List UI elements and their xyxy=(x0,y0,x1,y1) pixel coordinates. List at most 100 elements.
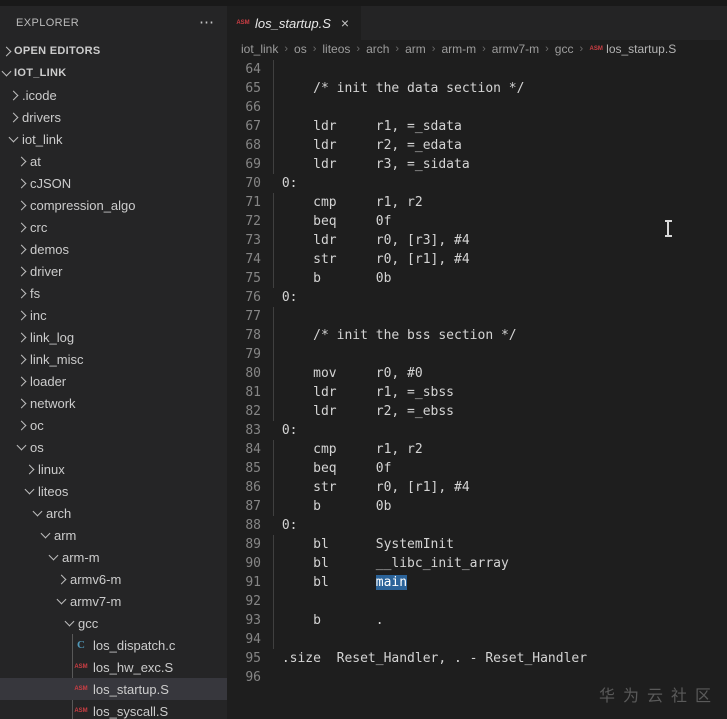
line-number: 87 xyxy=(245,499,261,514)
code-line-81[interactable]: 81 ldr r1, =_sbss xyxy=(227,383,727,402)
tree-item-los-hw-exc-s[interactable]: ASM los_hw_exc.S xyxy=(0,656,227,678)
tree-item-armv6-m[interactable]: armv6-m xyxy=(0,568,227,590)
tab-los-startup[interactable]: ASM los_startup.S × xyxy=(227,6,361,40)
code-line-71[interactable]: 71 cmp r1, r2 xyxy=(227,193,727,212)
tree-item-link-log[interactable]: link_log xyxy=(0,326,227,348)
tree-item-armv7-m[interactable]: armv7-m xyxy=(0,590,227,612)
tree-item-crc[interactable]: crc xyxy=(0,216,227,238)
code-line-80[interactable]: 80 mov r0, #0 xyxy=(227,364,727,383)
code-line-69[interactable]: 69 ldr r3, =_sidata xyxy=(227,155,727,174)
code-line-86[interactable]: 86 str r0, [r1], #4 xyxy=(227,478,727,497)
chevron-down-icon xyxy=(24,484,35,495)
more-actions-icon[interactable]: ⋯ xyxy=(199,15,215,30)
tree-item-fs[interactable]: fs xyxy=(0,282,227,304)
code-line-89[interactable]: 89 bl SystemInit xyxy=(227,535,727,554)
tree-item-inc[interactable]: inc xyxy=(0,304,227,326)
code-line-87[interactable]: 87 b 0b xyxy=(227,497,727,516)
code-line-93[interactable]: 93 b . xyxy=(227,611,727,630)
code-line-85[interactable]: 85 beq 0f xyxy=(227,459,727,478)
tree-item-label: oc xyxy=(30,417,44,433)
code-line-82[interactable]: 82 ldr r2, =_ebss xyxy=(227,402,727,421)
close-icon[interactable]: × xyxy=(339,16,351,30)
line-text: bl __libc_init_array xyxy=(274,556,509,571)
tree-item-los-startup-s[interactable]: ASM los_startup.S xyxy=(0,678,227,700)
section-iot-link[interactable]: IOT_LINK xyxy=(0,62,227,84)
code-line-79[interactable]: 79 xyxy=(227,345,727,364)
tree-item-label: demos xyxy=(30,241,70,257)
code-line-88[interactable]: 88 0: xyxy=(227,516,727,535)
code-line-77[interactable]: 77 xyxy=(227,307,727,326)
tree-item-label: linux xyxy=(38,461,65,477)
tree-item-los-dispatch-c[interactable]: Clos_dispatch.c xyxy=(0,634,227,656)
tree-item-os[interactable]: os xyxy=(0,436,227,458)
tree-item-oc[interactable]: oc xyxy=(0,414,227,436)
code-line-70[interactable]: 70 0: xyxy=(227,174,727,193)
tree-item-cjson[interactable]: cJSON xyxy=(0,172,227,194)
code-line-90[interactable]: 90 bl __libc_init_array xyxy=(227,554,727,573)
tree-item--icode[interactable]: .icode xyxy=(0,84,227,106)
c-file-icon: C xyxy=(77,639,85,651)
code-line-65[interactable]: 65 /* init the data section */ xyxy=(227,79,727,98)
tree-item-compression-algo[interactable]: compression_algo xyxy=(0,194,227,216)
line-number: 79 xyxy=(245,347,261,362)
code-line-75[interactable]: 75 b 0b xyxy=(227,269,727,288)
tree-item-demos[interactable]: demos xyxy=(0,238,227,260)
editor-tab-bar: ASM los_startup.S × xyxy=(227,6,727,40)
tree-item-label: gcc xyxy=(78,615,99,631)
line-text: str r0, [r1], #4 xyxy=(274,252,470,267)
tree-item-linux[interactable]: linux xyxy=(0,458,227,480)
section-open-editors[interactable]: OPEN EDITORS xyxy=(0,40,227,62)
tree-item-network[interactable]: network xyxy=(0,392,227,414)
asm-file-icon: ASM xyxy=(74,686,88,692)
code-line-72[interactable]: 72 beq 0f xyxy=(227,212,727,231)
code-line-66[interactable]: 66 xyxy=(227,98,727,117)
tree-item-liteos[interactable]: liteos xyxy=(0,480,227,502)
tree-item-link-misc[interactable]: link_misc xyxy=(0,348,227,370)
tree-item-driver[interactable]: driver xyxy=(0,260,227,282)
chevron-down-icon xyxy=(64,616,75,627)
code-line-91[interactable]: 91 bl main xyxy=(227,573,727,592)
breadcrumb-item-file[interactable]: ASM los_startup.S xyxy=(589,42,676,56)
line-number: 66 xyxy=(245,100,261,115)
breadcrumb-item-arm-m[interactable]: arm-m xyxy=(441,42,476,56)
vscode-window: EXPLORER ⋯ OPEN EDITORS IOT_LINK .icode d… xyxy=(0,0,727,719)
line-number: 86 xyxy=(245,480,261,495)
breadcrumb-separator-icon: › xyxy=(579,43,584,55)
tree-item-arm[interactable]: arm xyxy=(0,524,227,546)
line-number: 80 xyxy=(245,366,261,381)
tree-item-drivers[interactable]: drivers xyxy=(0,106,227,128)
code-line-92[interactable]: 92 xyxy=(227,592,727,611)
tree-item-loader[interactable]: loader xyxy=(0,370,227,392)
breadcrumb-item-armv7-m[interactable]: armv7-m xyxy=(492,42,539,56)
asm-file-icon: ASM xyxy=(74,664,88,670)
code-line-78[interactable]: 78 /* init the bss section */ xyxy=(227,326,727,345)
code-line-83[interactable]: 83 0: xyxy=(227,421,727,440)
tree-item-iot-link[interactable]: iot_link xyxy=(0,128,227,150)
tree-item-label: loader xyxy=(30,373,67,389)
breadcrumb-item-iot-link[interactable]: iot_link xyxy=(241,42,278,56)
code-line-73[interactable]: 73 ldr r0, [r3], #4 xyxy=(227,231,727,250)
breadcrumb-item-os[interactable]: os xyxy=(294,42,307,56)
code-line-64[interactable]: 64 xyxy=(227,60,727,79)
code-line-84[interactable]: 84 cmp r1, r2 xyxy=(227,440,727,459)
line-text: 0: xyxy=(274,290,298,305)
tree-item-gcc[interactable]: gcc xyxy=(0,612,227,634)
code-line-94[interactable]: 94 xyxy=(227,630,727,649)
code-line-67[interactable]: 67 ldr r1, =_sdata xyxy=(227,117,727,136)
tree-item-los-syscall-s[interactable]: ASM los_syscall.S xyxy=(0,700,227,719)
line-text: cmp r1, r2 xyxy=(274,195,423,210)
breadcrumb-item-liteos[interactable]: liteos xyxy=(322,42,350,56)
line-text: cmp r1, r2 xyxy=(274,442,423,457)
breadcrumb-item-arch[interactable]: arch xyxy=(366,42,389,56)
code-line-95[interactable]: 95 .size Reset_Handler, . - Reset_Handle… xyxy=(227,649,727,668)
chevron-right-icon xyxy=(16,244,27,254)
code-line-76[interactable]: 76 0: xyxy=(227,288,727,307)
tree-item-arch[interactable]: arch xyxy=(0,502,227,524)
code-line-68[interactable]: 68 ldr r2, =_edata xyxy=(227,136,727,155)
tree-item-at[interactable]: at xyxy=(0,150,227,172)
breadcrumb-item-gcc[interactable]: gcc xyxy=(555,42,574,56)
breadcrumb-item-arm[interactable]: arm xyxy=(405,42,426,56)
code-editor[interactable]: 64 65 /* init the data section */ 66 67 ldr… xyxy=(227,58,727,719)
code-line-74[interactable]: 74 str r0, [r1], #4 xyxy=(227,250,727,269)
tree-item-arm-m[interactable]: arm-m xyxy=(0,546,227,568)
